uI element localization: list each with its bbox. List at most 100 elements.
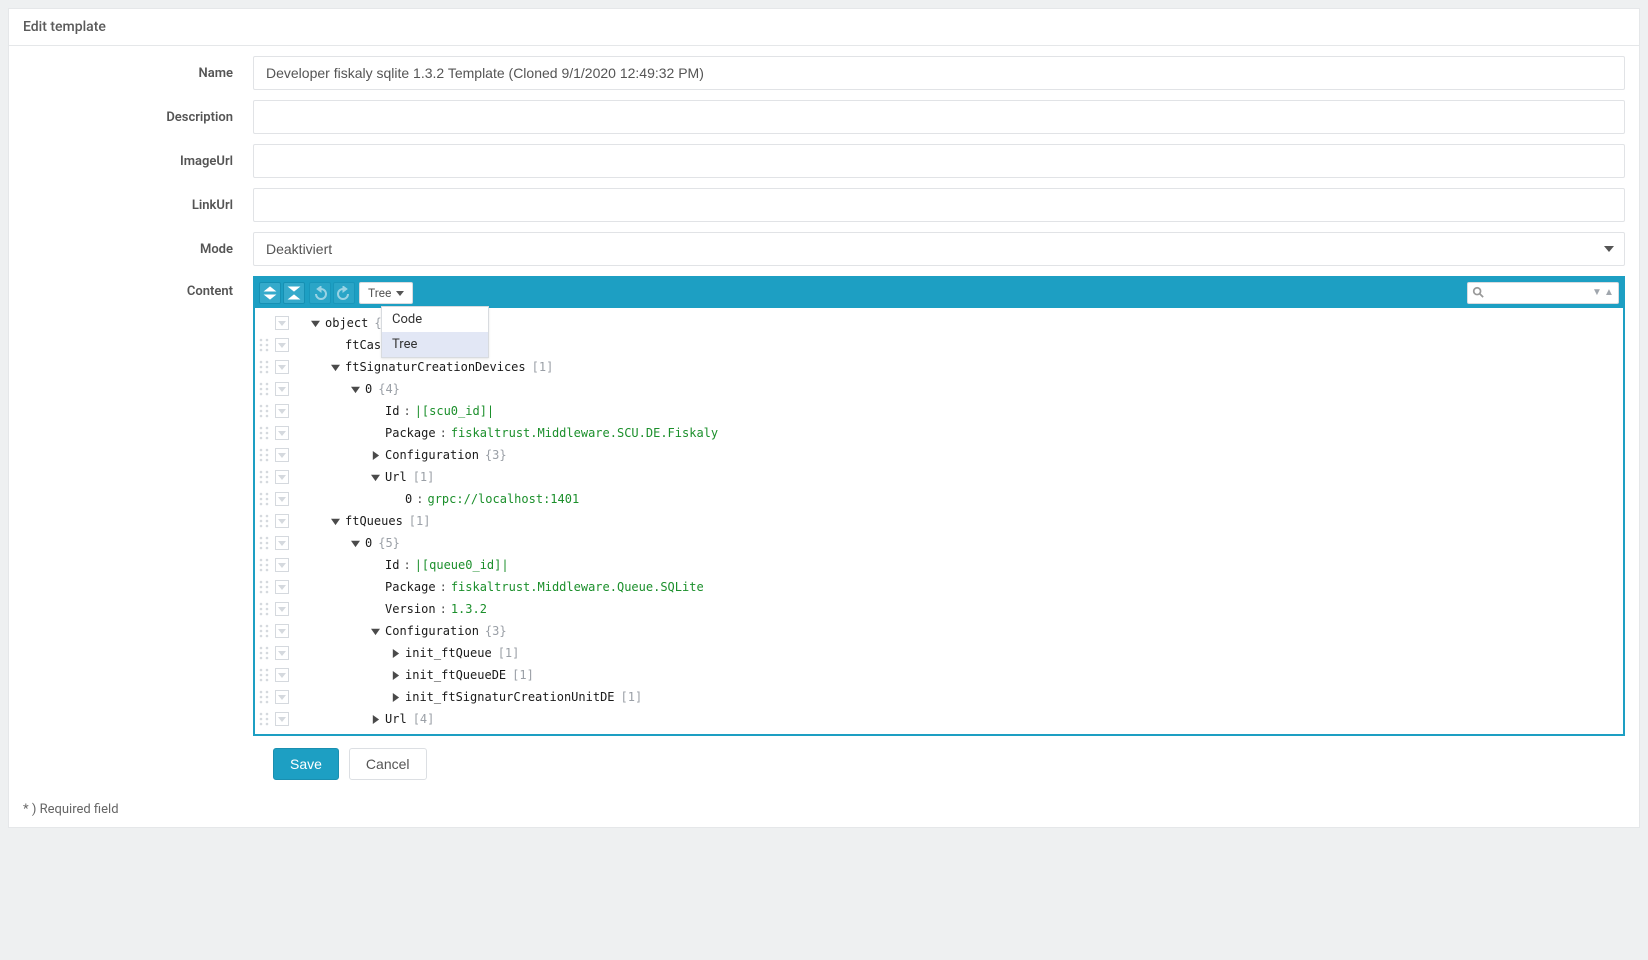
tree-node-queue0-init-ftqueuede[interactable]: init_ftQueueDE [1] — [255, 664, 1623, 686]
tree-node-sigdev0-config[interactable]: Configuration {3} — [255, 444, 1623, 466]
tree-node-queue0[interactable]: 0 {5} — [255, 532, 1623, 554]
drag-handle-icon[interactable] — [259, 580, 273, 594]
tree-node-sigdev0-id[interactable]: Id : |[scu0_id]| — [255, 400, 1623, 422]
expand-all-button[interactable] — [259, 282, 281, 304]
node-menu-icon[interactable] — [275, 624, 289, 638]
drag-handle-icon[interactable] — [259, 712, 273, 726]
toggle-collapsed-icon[interactable] — [389, 691, 401, 703]
node-menu-icon[interactable] — [275, 536, 289, 550]
toggle-expanded-icon[interactable] — [369, 625, 381, 637]
node-menu-icon[interactable] — [275, 470, 289, 484]
toggle-expanded-icon[interactable] — [349, 383, 361, 395]
tree-node-queue0-id[interactable]: Id : |[queue0_id]| — [255, 554, 1623, 576]
mode-option-code[interactable]: Code — [382, 307, 488, 332]
cancel-button[interactable]: Cancel — [349, 748, 427, 780]
drag-handle-icon[interactable] — [259, 448, 273, 462]
tree-node-queue0-config[interactable]: Configuration {3} — [255, 620, 1623, 642]
tree-node-queue0-url[interactable]: Url [4] — [255, 708, 1623, 730]
description-field[interactable] — [253, 100, 1625, 134]
row-name: Name — [23, 56, 1625, 90]
editor-search-input[interactable] — [1488, 284, 1588, 302]
tree-node-queue0-version[interactable]: Version : 1.3.2 — [255, 598, 1623, 620]
tree-node-queue0-init-scu[interactable]: init_ftSignaturCreationUnitDE [1] — [255, 686, 1623, 708]
node-menu-icon[interactable] — [275, 382, 289, 396]
toggle-collapsed-icon[interactable] — [389, 669, 401, 681]
toggle-expanded-icon[interactable] — [329, 361, 341, 373]
drag-handle-icon[interactable] — [259, 690, 273, 704]
tree-node-sigdev0-url0[interactable]: 0 : grpc://localhost:1401 — [255, 488, 1623, 510]
drag-handle-icon[interactable] — [259, 558, 273, 572]
mode-dropdown-button[interactable]: Tree — [359, 282, 413, 304]
tree-node-ftsigdevices[interactable]: ftSignaturCreationDevices [1] — [255, 356, 1623, 378]
node-menu-icon[interactable] — [275, 404, 289, 418]
drag-handle-icon[interactable] — [259, 668, 273, 682]
node-menu-icon[interactable] — [275, 646, 289, 660]
node-menu-icon[interactable] — [275, 580, 289, 594]
node-menu-icon[interactable] — [275, 360, 289, 374]
tree-node-queue0-init-ftqueue[interactable]: init_ftQueue [1] — [255, 642, 1623, 664]
tree-node-queue0-package[interactable]: Package : fiskaltrust.Middleware.Queue.S… — [255, 576, 1623, 598]
node-menu-icon[interactable] — [275, 712, 289, 726]
undo-button[interactable] — [309, 282, 331, 304]
redo-button[interactable] — [333, 282, 355, 304]
drag-handle-icon[interactable] — [259, 602, 273, 616]
row-description: Description — [23, 100, 1625, 134]
form-actions: Save Cancel — [273, 748, 1625, 780]
drag-handle-icon[interactable] — [259, 338, 273, 352]
node-menu-icon[interactable] — [275, 316, 289, 330]
drag-handle-icon[interactable] — [259, 536, 273, 550]
imageurl-field[interactable] — [253, 144, 1625, 178]
label-mode: Mode — [23, 242, 253, 257]
drag-handle-icon[interactable] — [259, 426, 273, 440]
node-menu-icon[interactable] — [275, 558, 289, 572]
tree-node-sigdev0-package[interactable]: Package : fiskaltrust.Middleware.SCU.DE.… — [255, 422, 1623, 444]
editor-toolbar: Tree Code Tree — [255, 278, 1623, 308]
mode-select[interactable]: Deaktiviert — [253, 232, 1625, 266]
node-menu-icon[interactable] — [275, 492, 289, 506]
required-field-note: * ) Required field — [23, 802, 1625, 817]
search-prev-icon[interactable]: ▲ — [1604, 288, 1614, 298]
toggle-expanded-icon[interactable] — [349, 537, 361, 549]
node-menu-icon[interactable] — [275, 448, 289, 462]
json-editor: Tree Code Tree — [253, 276, 1625, 736]
drag-handle-icon[interactable] — [259, 382, 273, 396]
drag-handle-icon[interactable] — [259, 624, 273, 638]
label-name: Name — [23, 66, 253, 81]
search-next-icon[interactable]: ▼ — [1592, 288, 1602, 298]
drag-handle-icon[interactable] — [259, 646, 273, 660]
tree-node-ftqueues[interactable]: ftQueues [1] — [255, 510, 1623, 532]
edit-template-panel: Edit template Name Description ImageUrl — [8, 8, 1640, 828]
toggle-collapsed-icon[interactable] — [369, 449, 381, 461]
node-menu-icon[interactable] — [275, 514, 289, 528]
row-mode: Mode Deaktiviert — [23, 232, 1625, 266]
mode-option-tree[interactable]: Tree — [382, 332, 488, 357]
save-button[interactable]: Save — [273, 748, 339, 780]
json-tree: object {3} ftCas — [255, 308, 1623, 734]
toggle-collapsed-icon[interactable] — [389, 647, 401, 659]
toggle-collapsed-icon[interactable] — [369, 713, 381, 725]
collapse-all-button[interactable] — [283, 282, 305, 304]
drag-handle-icon[interactable] — [259, 470, 273, 484]
node-menu-icon[interactable] — [275, 602, 289, 616]
drag-handle-icon[interactable] — [259, 404, 273, 418]
row-imageurl: ImageUrl — [23, 144, 1625, 178]
drag-handle-icon[interactable] — [259, 492, 273, 506]
linkurl-field[interactable] — [253, 188, 1625, 222]
tree-node-sigdev0-url[interactable]: Url [1] — [255, 466, 1623, 488]
toggle-expanded-icon[interactable] — [369, 471, 381, 483]
node-menu-icon[interactable] — [275, 668, 289, 682]
toggle-expanded-icon[interactable] — [329, 515, 341, 527]
drag-handle-icon[interactable] — [259, 514, 273, 528]
tree-node-sigdev0[interactable]: 0 {4} — [255, 378, 1623, 400]
mode-dropdown-label: Tree — [368, 286, 391, 300]
node-menu-icon[interactable] — [275, 690, 289, 704]
row-linkurl: LinkUrl — [23, 188, 1625, 222]
toggle-expanded-icon[interactable] — [309, 317, 321, 329]
node-menu-icon[interactable] — [275, 338, 289, 352]
name-field[interactable] — [253, 56, 1625, 90]
search-icon — [1472, 286, 1484, 301]
label-imageurl: ImageUrl — [23, 154, 253, 169]
drag-handle-icon[interactable] — [259, 360, 273, 374]
node-menu-icon[interactable] — [275, 426, 289, 440]
panel-title: Edit template — [9, 9, 1639, 46]
